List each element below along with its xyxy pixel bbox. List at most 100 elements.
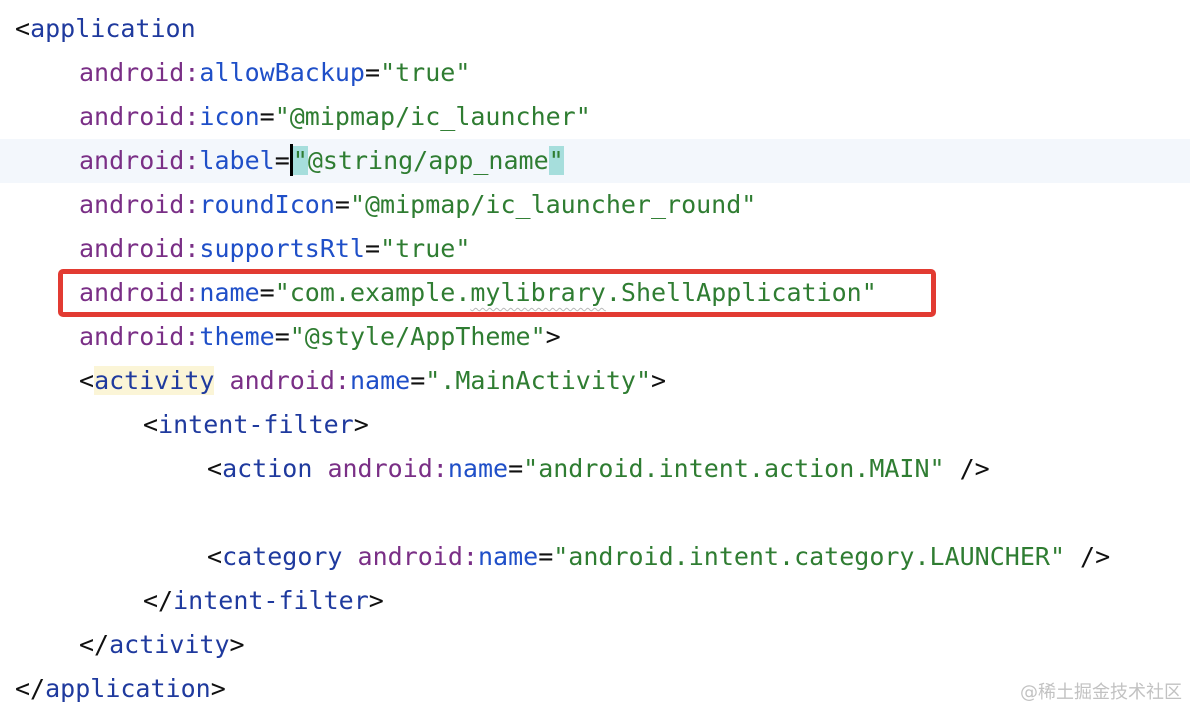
code-line-content: <intent-filter>	[143, 403, 369, 447]
code-token: <	[79, 366, 95, 395]
code-token: "@mipmap/ic_launcher_round"	[349, 190, 757, 219]
code-token: </	[15, 674, 46, 703]
code-token: =	[274, 322, 290, 351]
code-line-content: <activity android:name=".MainActivity">	[79, 359, 666, 403]
code-line-content: android:theme="@style/AppTheme">	[79, 315, 561, 359]
code-token: activity	[94, 366, 215, 395]
code-token: >	[229, 630, 245, 659]
code-token: android	[327, 454, 433, 483]
code-line[interactable]: <category android:name="android.intent.c…	[0, 535, 1190, 579]
code-token: android	[79, 58, 185, 87]
code-token: android	[229, 366, 335, 395]
code-token: </	[79, 630, 110, 659]
code-line[interactable]: android:icon="@mipmap/ic_launcher"	[0, 95, 1190, 139]
code-line[interactable]: android:roundIcon="@mipmap/ic_launcher_r…	[0, 183, 1190, 227]
code-token: =	[365, 58, 381, 87]
code-token: intent-filter	[173, 586, 369, 615]
code-line-content: android:roundIcon="@mipmap/ic_launcher_r…	[79, 183, 756, 227]
code-token: "android.intent.action.MAIN"	[523, 454, 945, 483]
code-token: intent-filter	[158, 410, 354, 439]
code-token: "true"	[380, 234, 471, 263]
code-token: />	[1065, 542, 1111, 571]
code-line[interactable]: <activity android:name=".MainActivity">	[0, 359, 1190, 403]
code-token: theme	[199, 322, 275, 351]
code-token: >	[353, 410, 369, 439]
code-token: name	[447, 454, 509, 483]
code-token: :	[184, 102, 200, 131]
code-line-content: </application>	[15, 667, 226, 711]
code-token: ".MainActivity"	[425, 366, 652, 395]
code-token: =	[334, 190, 350, 219]
code-token: action	[222, 454, 313, 483]
code-token: android	[79, 146, 185, 175]
code-token: />	[944, 454, 990, 483]
code-line-content: android:icon="@mipmap/ic_launcher"	[79, 95, 591, 139]
code-line[interactable]: android:supportsRtl="true"	[0, 227, 1190, 271]
code-token: "true"	[380, 58, 471, 87]
code-line-content: android:label= "@string/app_name"	[79, 139, 564, 183]
code-line[interactable]: </activity>	[0, 623, 1190, 667]
code-token: :	[184, 322, 200, 351]
code-token: <	[207, 542, 223, 571]
code-token: icon	[199, 102, 260, 131]
code-token: </	[143, 586, 174, 615]
code-token: :	[334, 366, 350, 395]
code-line[interactable]: android:label= "@string/app_name"	[0, 139, 1190, 183]
code-token: >	[210, 674, 226, 703]
code-token: =	[259, 102, 275, 131]
code-line[interactable]: <application	[0, 7, 1190, 51]
code-line-content: <application	[15, 7, 196, 51]
code-token: android	[79, 322, 185, 351]
code-line-content: android:allowBackup="true"	[79, 51, 470, 95]
code-line-content: </activity>	[79, 623, 245, 667]
code-token: allowBackup	[199, 58, 365, 87]
code-token: <	[143, 410, 159, 439]
code-token: =	[365, 234, 381, 263]
code-token: >	[368, 586, 384, 615]
code-editor[interactable]: <application android:allowBackup="true" an…	[0, 0, 1190, 712]
code-token: =	[410, 366, 426, 395]
code-token: "@mipmap/ic_launcher"	[274, 102, 591, 131]
code-line[interactable]: </intent-filter>	[0, 579, 1190, 623]
code-token: :	[184, 234, 200, 263]
code-token: :	[432, 454, 448, 483]
code-token: =	[538, 542, 554, 571]
code-line[interactable]: android:allowBackup="true"	[0, 51, 1190, 95]
code-token: "	[548, 146, 564, 175]
code-token: application	[30, 14, 196, 43]
code-token: :	[462, 542, 478, 571]
code-token: "android.intent.category.LAUNCHER"	[553, 542, 1065, 571]
highlight-box	[58, 269, 936, 317]
code-line[interactable]: <intent-filter>	[0, 403, 1190, 447]
code-token: activity	[109, 630, 230, 659]
code-token: supportsRtl	[199, 234, 365, 263]
code-token: label	[199, 146, 275, 175]
code-token: roundIcon	[199, 190, 335, 219]
code-line[interactable]: android:theme="@style/AppTheme">	[0, 315, 1190, 359]
code-token: application	[45, 674, 211, 703]
code-token: android	[357, 542, 463, 571]
code-token: android	[79, 234, 185, 263]
code-token: android	[79, 190, 185, 219]
code-token: "	[292, 146, 308, 175]
code-line[interactable]	[0, 491, 1190, 535]
code-token: >	[545, 322, 561, 351]
code-line[interactable]: <action android:name="android.intent.act…	[0, 447, 1190, 491]
code-token: "@style/AppTheme"	[289, 322, 546, 351]
code-token: =	[508, 454, 524, 483]
code-token: category	[222, 542, 343, 571]
code-token: :	[184, 146, 200, 175]
code-line[interactable]: </application>	[0, 667, 1190, 711]
code-line-content: </intent-filter>	[143, 579, 384, 623]
code-token: android	[79, 102, 185, 131]
code-line-content: <action android:name="android.intent.act…	[207, 447, 990, 491]
code-line-content: android:supportsRtl="true"	[79, 227, 470, 271]
code-token: <	[15, 14, 31, 43]
code-token: @string/app_name	[307, 146, 549, 175]
code-token: =	[274, 146, 290, 175]
code-token: :	[184, 58, 200, 87]
code-token: >	[651, 366, 667, 395]
